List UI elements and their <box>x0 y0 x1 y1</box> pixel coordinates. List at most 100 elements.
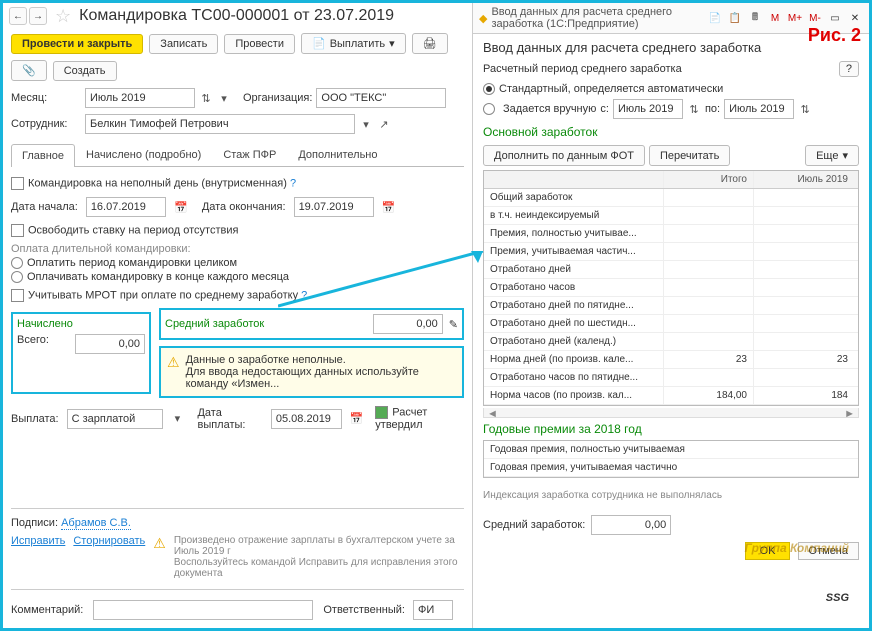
cancel-button[interactable]: Отмена <box>798 542 859 560</box>
table-row[interactable]: Премия, учитываемая частич... <box>484 243 858 261</box>
cal1-icon[interactable]: 📅 <box>174 201 188 214</box>
wb3[interactable]: 🖩 <box>747 11 763 25</box>
min-icon[interactable]: ▭ <box>827 11 843 25</box>
free-check[interactable] <box>11 224 24 237</box>
total-label: Всего: <box>17 334 49 354</box>
paydate-label: Дата выплаты: <box>197 407 262 431</box>
year-sec: Годовые премии за 2018 год <box>473 418 869 440</box>
help-icon[interactable]: ? <box>290 177 296 189</box>
edit-icon[interactable]: ✎ <box>449 318 458 331</box>
end-input[interactable]: 19.07.2019 <box>294 197 374 217</box>
tab-accrued[interactable]: Начислено (подробно) <box>75 143 212 166</box>
table-row[interactable]: Отработано дней по пятидне... <box>484 297 858 315</box>
table-row[interactable]: Отработано дней по шестидн... <box>484 315 858 333</box>
paydate-input[interactable]: 05.08.2019 <box>271 409 342 429</box>
emp-open[interactable]: ↗ <box>377 118 391 131</box>
fix-link[interactable]: Исправить <box>11 535 65 547</box>
print-button[interactable]: 🖨 <box>412 33 448 54</box>
emp-input[interactable]: Белкин Тимофей Петрович <box>85 114 355 134</box>
avg-input[interactable]: 0,00 <box>373 314 443 334</box>
more-button[interactable]: Еще ▾ <box>805 145 859 166</box>
tab-pfr[interactable]: Стаж ПФР <box>212 143 287 166</box>
favorite-icon[interactable]: ☆ <box>55 6 71 27</box>
pay-dd[interactable]: ▾ <box>171 412 183 425</box>
tab-main[interactable]: Главное <box>11 144 75 167</box>
create-button[interactable]: Создать <box>53 61 117 81</box>
table-row[interactable]: Отработано часов по пятидне... <box>484 369 858 387</box>
from-input[interactable]: Июль 2019 <box>613 99 683 119</box>
org-input[interactable]: ООО "ТЕКС" <box>316 88 446 108</box>
main-sec: Основной заработок <box>473 121 869 143</box>
cal2-icon[interactable]: 📅 <box>382 201 396 214</box>
post-close-button[interactable]: Провести и закрыть <box>11 34 143 54</box>
to-input[interactable]: Июль 2019 <box>724 99 794 119</box>
r1-label: Оплатить период командировки целиком <box>27 257 237 269</box>
avg2-input[interactable]: 0,00 <box>591 515 671 535</box>
table-row[interactable]: в т.ч. неиндексируемый <box>484 207 858 225</box>
month-dd[interactable]: ▾ <box>217 92 231 105</box>
cal3-icon[interactable]: 📅 <box>350 412 364 425</box>
r2[interactable] <box>11 271 23 283</box>
table-row[interactable]: Норма дней (по произв. кале...2323 <box>484 351 858 369</box>
org-value: ООО "ТЕКС" <box>321 92 386 104</box>
table-row[interactable]: Отработано часов <box>484 279 858 297</box>
resp-input[interactable]: ФИ <box>413 600 453 620</box>
close-icon[interactable]: ✕ <box>847 11 863 25</box>
warn2: Для ввода недостающих данных используйте… <box>186 366 456 390</box>
wb1[interactable]: 📄 <box>707 11 723 25</box>
tab-extra[interactable]: Дополнительно <box>287 143 388 166</box>
auto-label: Стандартный, определяется автоматически <box>499 83 723 95</box>
wb4[interactable]: M <box>767 11 783 25</box>
approved-check[interactable] <box>375 406 388 419</box>
fill-button[interactable]: Дополнить по данным ФОТ <box>483 145 645 166</box>
col-total: Итого <box>664 171 754 188</box>
r1[interactable] <box>11 257 23 269</box>
month-input[interactable]: Июль 2019 <box>85 88 195 108</box>
comment-input[interactable] <box>93 600 313 620</box>
pay-label: Выплата: <box>11 413 59 425</box>
wb5[interactable]: M+ <box>787 11 803 25</box>
nav-back[interactable]: ← <box>9 7 27 25</box>
month-spin[interactable]: ⇅ <box>199 92 213 105</box>
table-row[interactable]: Отработано дней (календ.) <box>484 333 858 351</box>
help2-icon[interactable]: ? <box>301 290 307 302</box>
emp-label: Сотрудник: <box>11 118 81 130</box>
help-button[interactable]: ? <box>839 61 859 77</box>
from-dd[interactable]: ⇅ <box>687 103 701 116</box>
table-row[interactable]: Отработано дней <box>484 261 858 279</box>
emp-dd[interactable]: ▾ <box>359 118 373 131</box>
paydate-value: 05.08.2019 <box>276 413 331 425</box>
pay-button[interactable]: 📄 Выплатить ▾ <box>301 33 406 54</box>
start-label: Дата начала: <box>11 201 78 213</box>
storno-link[interactable]: Сторнировать <box>73 535 145 547</box>
attach-button[interactable]: 📎 <box>11 60 47 81</box>
sign-link[interactable]: Абрамов С.В. <box>61 517 131 530</box>
save-button[interactable]: Записать <box>149 34 218 54</box>
wb6[interactable]: M- <box>807 11 823 25</box>
table-row[interactable]: Премия, полностью учитывае... <box>484 225 858 243</box>
table-row[interactable]: Общий заработок <box>484 189 858 207</box>
manual-radio[interactable] <box>483 103 495 115</box>
warn1: Данные о заработке неполные. <box>186 354 456 366</box>
create-label: Создать <box>64 65 106 77</box>
total-input[interactable]: 0,00 <box>75 334 145 354</box>
nav-fwd[interactable]: → <box>29 7 47 25</box>
avg2-label: Средний заработок: <box>483 519 585 531</box>
auto-radio[interactable] <box>483 83 495 95</box>
h-scrollbar[interactable]: ◄► <box>483 408 859 418</box>
pay-input[interactable]: С зарплатой <box>67 409 164 429</box>
partial-check[interactable] <box>11 177 24 190</box>
start-input[interactable]: 16.07.2019 <box>86 197 166 217</box>
to-dd[interactable]: ⇅ <box>798 103 812 116</box>
ok-button[interactable]: OK <box>745 542 791 560</box>
mrot-check[interactable] <box>11 289 24 302</box>
y1: Годовая премия, полностью учитываемая <box>484 441 858 458</box>
org-label: Организация: <box>243 92 312 104</box>
month-value: Июль 2019 <box>90 92 146 104</box>
app-icon: ◆ <box>479 12 487 25</box>
post-button[interactable]: Провести <box>224 34 295 54</box>
recalc-button[interactable]: Перечитать <box>649 145 730 166</box>
mrot-label: Учитывать МРОТ при оплате по среднему за… <box>28 290 298 302</box>
table-row[interactable]: Норма часов (по произв. кал...184,00184 <box>484 387 858 405</box>
wb2[interactable]: 📋 <box>727 11 743 25</box>
